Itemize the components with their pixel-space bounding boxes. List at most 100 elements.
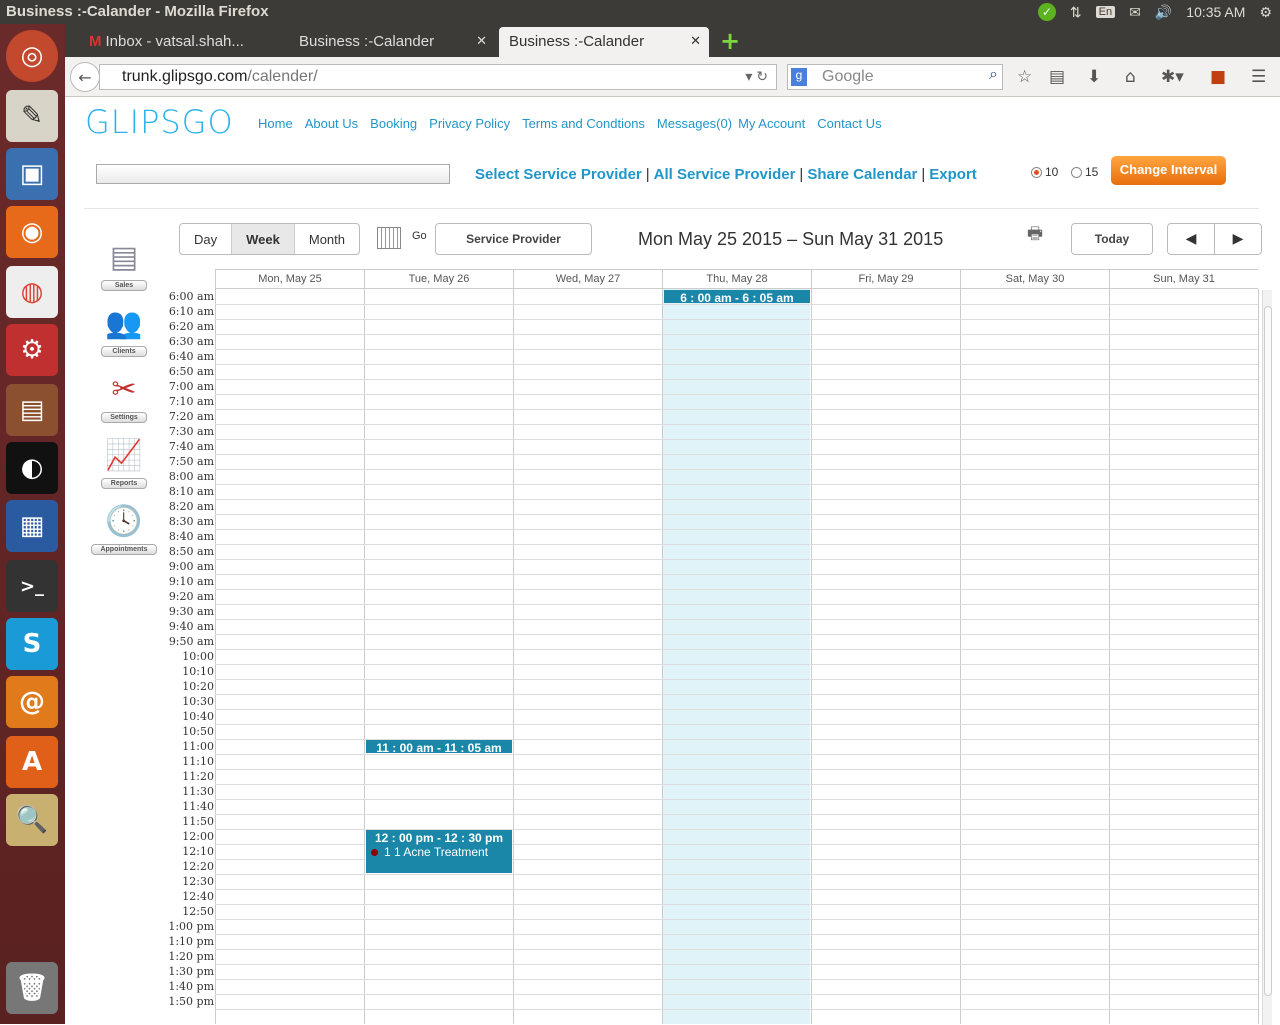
interval-15-radio[interactable]: 15: [1071, 165, 1098, 179]
day-header[interactable]: Tue, May 26: [364, 269, 513, 289]
view-week-button[interactable]: Week: [231, 224, 295, 254]
clock[interactable]: 10:35 AM: [1186, 4, 1245, 20]
day-header[interactable]: Mon, May 25: [215, 269, 364, 289]
time-slot-line: [215, 919, 1258, 920]
keyboard-layout-indicator[interactable]: En: [1095, 6, 1116, 18]
terminal-icon[interactable]: >_: [6, 560, 58, 612]
calendar-event[interactable]: 6 : 00 am - 6 : 05 am: [664, 290, 810, 305]
mail-icon[interactable]: ✉: [1129, 4, 1141, 21]
service-provider-button[interactable]: Service Provider: [435, 223, 592, 255]
service-provider-field[interactable]: [96, 164, 450, 184]
menu-terms[interactable]: Terms and Condtions: [522, 116, 645, 131]
ubuntu-dash-icon[interactable]: ◎: [6, 30, 58, 82]
prev-week-button[interactable]: ◀: [1168, 224, 1215, 254]
print-icon[interactable]: 🖶: [1027, 221, 1043, 250]
new-tab-icon[interactable]: +: [720, 27, 740, 55]
column-divider: [513, 289, 514, 1024]
view-day-button[interactable]: Day: [180, 224, 231, 254]
view-month-button[interactable]: Month: [295, 224, 359, 254]
menu-home[interactable]: Home: [258, 116, 293, 131]
google-icon[interactable]: g: [791, 68, 807, 86]
interval-10-radio[interactable]: 10: [1031, 165, 1058, 179]
tab-calendar-2[interactable]: Business :-Calander ✕: [499, 27, 709, 57]
firefox-icon[interactable]: ◉: [6, 206, 58, 258]
menu-account[interactable]: My Account: [738, 116, 805, 131]
today-button[interactable]: Today: [1071, 223, 1153, 255]
sync-ok-icon[interactable]: ✓: [1037, 3, 1056, 21]
back-button[interactable]: ←: [70, 62, 100, 92]
sidebar-item-reports[interactable]: 📈 Reports: [90, 436, 158, 489]
day-header[interactable]: Wed, May 27: [513, 269, 662, 289]
bookmark-star-icon[interactable]: ☆: [1017, 67, 1032, 87]
time-label: 12:50: [182, 905, 214, 918]
tab-calendar-1[interactable]: Business :-Calander ✕: [289, 27, 495, 57]
time-slot-line: [215, 319, 1258, 320]
menu-icon[interactable]: ☰: [1251, 67, 1266, 87]
close-icon[interactable]: ✕: [476, 33, 487, 49]
system-settings-icon[interactable]: ⚙: [6, 324, 58, 376]
tab-inbox[interactable]: M Inbox - vatsal.shah...: [79, 27, 285, 57]
calendar-picker-icon[interactable]: [377, 227, 401, 249]
column-divider: [364, 289, 365, 1024]
calendar-event[interactable]: 11 : 00 am - 11 : 05 am: [366, 740, 512, 755]
search-box[interactable]: g Google ⌕: [787, 64, 1003, 90]
menu-booking[interactable]: Booking: [370, 116, 417, 131]
day-header[interactable]: Fri, May 29: [811, 269, 960, 289]
calendar-event[interactable]: 12 : 00 pm - 12 : 30 pm 1 1 Acne Treatmen…: [366, 830, 512, 873]
cube-app-icon[interactable]: ▣: [6, 148, 58, 200]
writer-document-icon[interactable]: ▦: [6, 500, 58, 552]
volume-icon[interactable]: 🔊: [1155, 4, 1172, 21]
highlighted-day-column: [662, 289, 810, 1024]
text-editor-icon[interactable]: ✎: [6, 90, 58, 142]
skype-icon[interactable]: S: [6, 618, 58, 670]
select-service-provider-link[interactable]: Select Service Provider: [475, 166, 642, 183]
spiral-app-icon[interactable]: @: [6, 676, 58, 728]
download-icon[interactable]: ⬇: [1087, 67, 1101, 87]
sidebar-item-sales[interactable]: ▤ Sales: [90, 238, 158, 291]
time-label: 8:30 am: [168, 515, 214, 528]
sidebar-label: Settings: [101, 412, 147, 423]
day-header[interactable]: Sat, May 30: [960, 269, 1109, 289]
day-header[interactable]: Thu, May 28: [662, 269, 811, 289]
web-page: GLIPSGO Home About Us Booking Privacy Po…: [65, 98, 1280, 1025]
addon-icon[interactable]: ✱▾: [1161, 67, 1184, 87]
date-navigation: ◀ ▶: [1167, 223, 1262, 255]
divider: [84, 208, 1259, 209]
home-icon[interactable]: ⌂: [1125, 67, 1136, 87]
export-link[interactable]: Export: [929, 166, 977, 183]
site-logo[interactable]: GLIPSGO: [85, 103, 234, 141]
menu-about[interactable]: About Us: [305, 116, 358, 131]
extension-icon[interactable]: ■: [1210, 67, 1226, 87]
menu-contact[interactable]: Contact Us: [817, 116, 881, 131]
share-calendar-link[interactable]: Share Calendar: [807, 166, 917, 183]
files-icon[interactable]: ▤: [6, 384, 58, 436]
day-header[interactable]: Sun, May 31: [1109, 269, 1258, 289]
image-viewer-icon[interactable]: 🔍: [6, 794, 58, 846]
menu-privacy[interactable]: Privacy Policy: [429, 116, 510, 131]
all-service-provider-link[interactable]: All Service Provider: [654, 166, 796, 183]
network-icon[interactable]: ⇅: [1070, 4, 1082, 21]
trash-icon[interactable]: 🗑: [6, 962, 58, 1014]
time-label: 7:20 am: [168, 410, 214, 423]
close-icon[interactable]: ✕: [690, 33, 701, 49]
chrome-icon[interactable]: ◍: [6, 266, 58, 318]
sidebar-label: Sales: [101, 280, 147, 291]
scrollbar-thumb[interactable]: [1264, 306, 1272, 996]
time-slot-line: [215, 514, 1258, 515]
reading-list-icon[interactable]: ▤: [1049, 67, 1065, 87]
next-week-button[interactable]: ▶: [1215, 224, 1261, 254]
sidebar-item-clients[interactable]: 👥 Clients: [90, 304, 158, 357]
gimp-icon[interactable]: ◐: [6, 442, 58, 494]
go-button[interactable]: Go: [412, 230, 427, 242]
window-title: Business :-Calander - Mozilla Firefox: [6, 3, 269, 20]
search-icon[interactable]: ⌕: [989, 66, 998, 84]
url-bar[interactable]: trunk.glipsgo.com/calender/ ▾ ↻: [99, 64, 777, 90]
gear-icon[interactable]: ⚙: [1259, 4, 1272, 21]
change-interval-button[interactable]: Change Interval: [1111, 156, 1226, 185]
sidebar-item-appointments[interactable]: 🕓 Appointments: [90, 502, 158, 555]
sidebar-item-settings[interactable]: ✂ Settings: [90, 370, 158, 423]
reload-icon[interactable]: ▾ ↻: [745, 68, 768, 85]
software-center-icon[interactable]: A: [6, 736, 58, 788]
menu-messages[interactable]: Messages(0): [657, 116, 732, 131]
grid-scrollbar[interactable]: [1262, 290, 1272, 1025]
